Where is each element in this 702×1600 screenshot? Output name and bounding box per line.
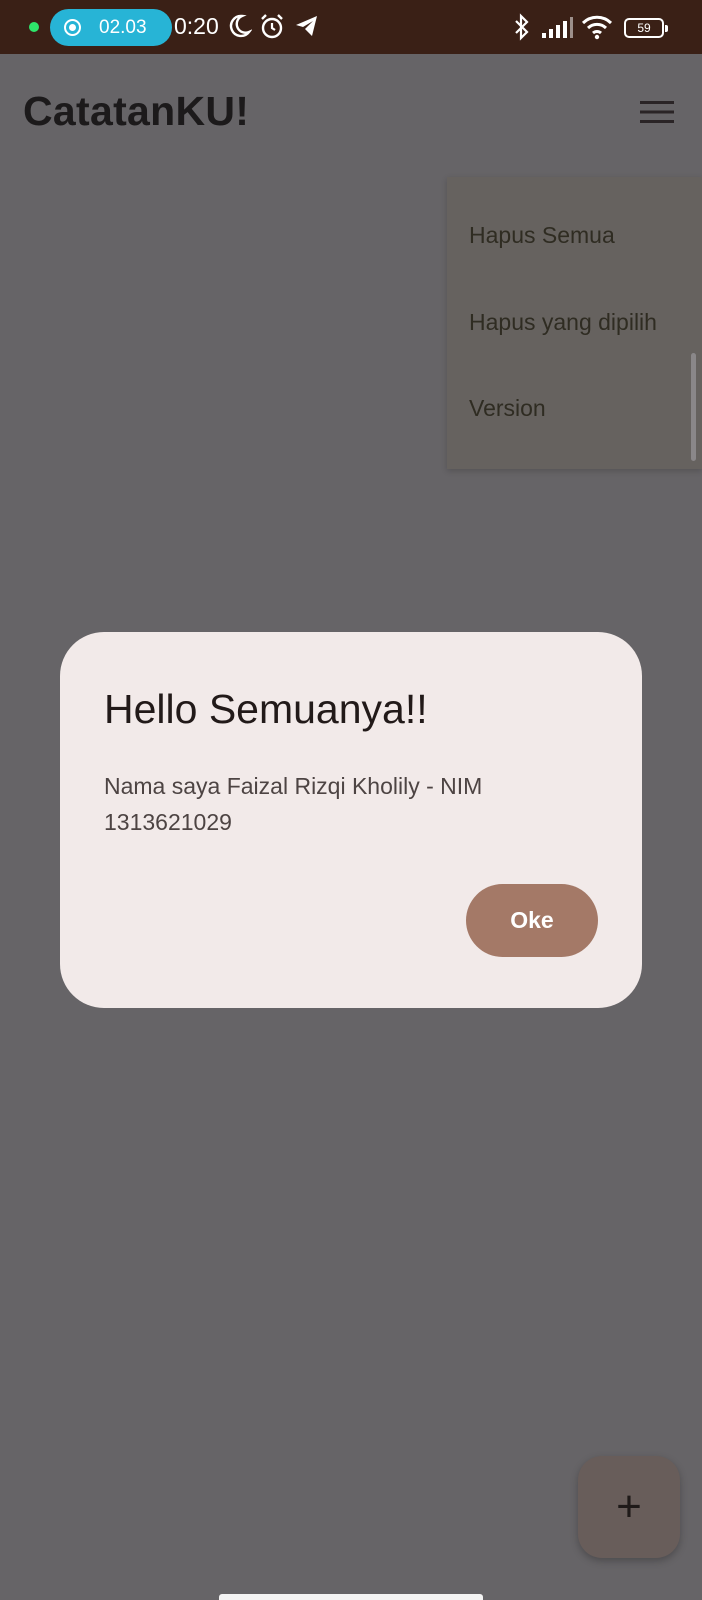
- status-clock: 0:20: [174, 13, 219, 39]
- ok-button-label: Oke: [510, 907, 554, 933]
- menu-scrollbar[interactable]: [691, 353, 696, 461]
- record-icon: [64, 19, 81, 36]
- wifi-icon: [581, 15, 613, 40]
- add-note-button[interactable]: +: [578, 1456, 680, 1558]
- plus-icon: +: [616, 1482, 642, 1531]
- dialog-title: Hello Semuanya!!: [104, 686, 428, 732]
- app-title: CatatanKU!: [23, 88, 250, 134]
- recording-dot-icon: [29, 22, 39, 32]
- dialog-message: Nama saya Faizal Rizqi Kholily - NIM 131…: [104, 773, 483, 835]
- alert-dialog: Hello Semuanya!! Nama saya Faizal Rizqi …: [60, 632, 642, 1008]
- status-bar: 02.03 0:20 59: [0, 0, 702, 54]
- recording-time: 02.03: [99, 16, 147, 38]
- bluetooth-icon: [515, 13, 529, 41]
- ok-button[interactable]: Oke: [466, 884, 598, 957]
- signal-icon: [542, 17, 573, 38]
- screen-recording-pill[interactable]: 02.03: [50, 9, 172, 46]
- hamburger-menu-icon[interactable]: [640, 98, 674, 126]
- gesture-bar[interactable]: [219, 1594, 483, 1600]
- overflow-menu: Hapus Semua Hapus yang dipilih Version: [447, 177, 702, 469]
- menu-item-hapus-dipilih[interactable]: Hapus yang dipilih: [469, 309, 657, 336]
- battery-level: 59: [637, 21, 651, 35]
- battery-icon: 59: [624, 18, 668, 38]
- menu-item-hapus-semua[interactable]: Hapus Semua: [469, 222, 615, 249]
- alarm-icon: [261, 14, 283, 39]
- menu-item-version[interactable]: Version: [469, 395, 546, 422]
- moon-icon: [229, 14, 252, 38]
- telegram-icon: [296, 16, 317, 36]
